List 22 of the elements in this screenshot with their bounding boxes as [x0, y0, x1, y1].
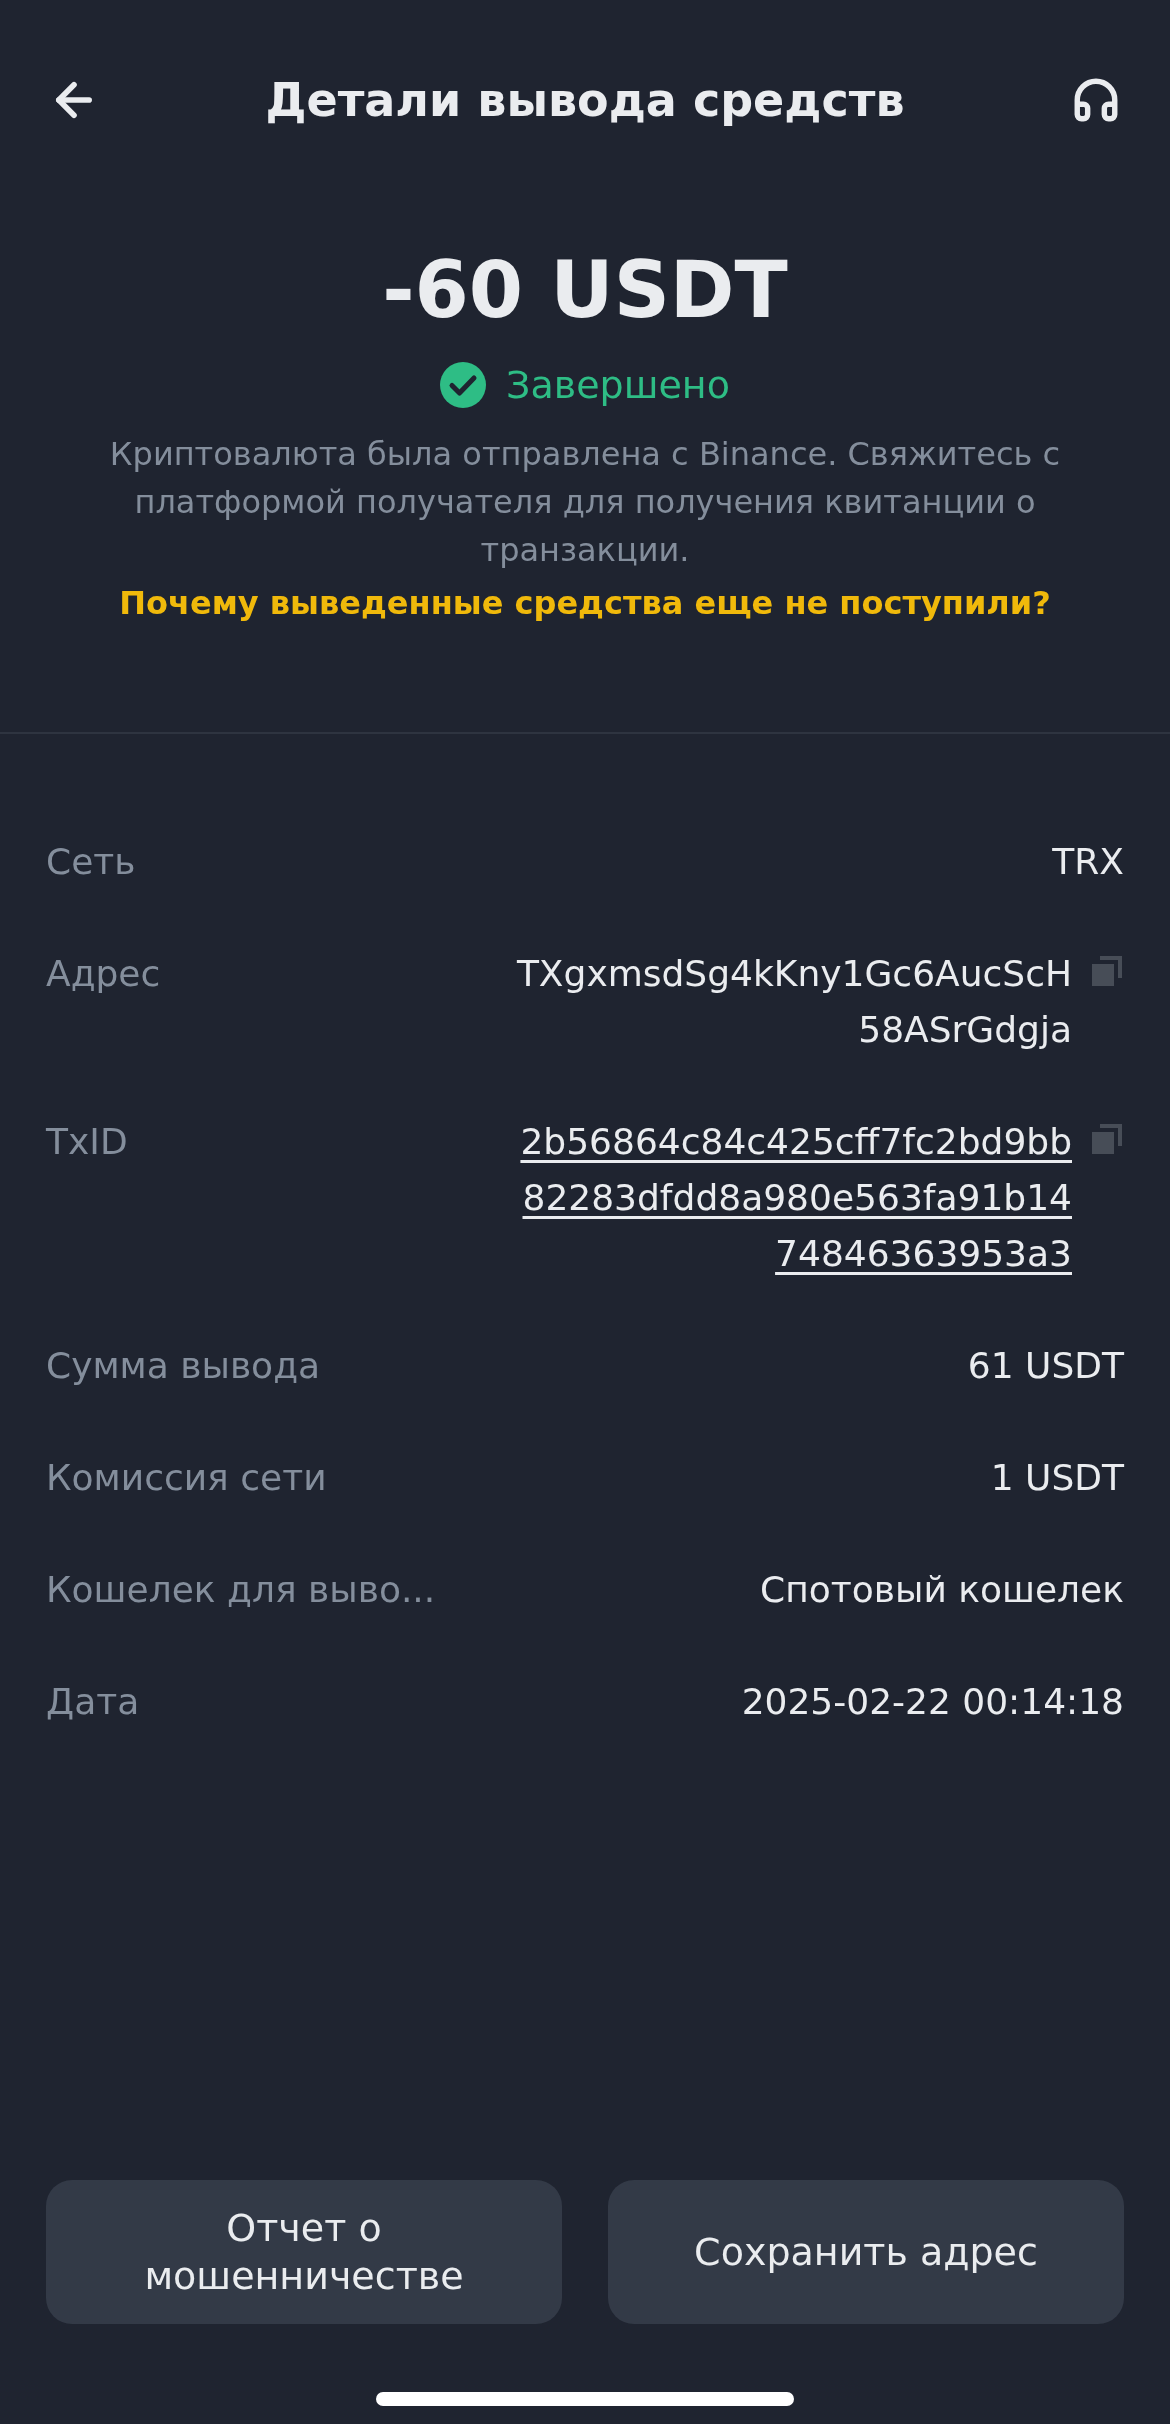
- description: Криптовалюта была отправлена с Binance. Свяжитесь с платформой получателя для получения квитанции о транзакции.: [108, 434, 1062, 571]
- detail-label: TxID: [46, 1120, 128, 1164]
- detail-label: Дата: [46, 1680, 140, 1724]
- detail-label: Кошелек для выво...: [46, 1568, 436, 1612]
- detail-label: Сумма вывода: [46, 1344, 321, 1388]
- detail-value: Спотовый кошелек: [760, 1568, 1124, 1612]
- save-address-button[interactable]: Сохранить адрес: [608, 2180, 1124, 2324]
- amount: -60 USDT: [382, 244, 788, 337]
- page-title: Детали вывода средств: [264, 73, 906, 127]
- detail-value: 2025-02-22 00:14:18: [741, 1680, 1124, 1724]
- detail-value: TXgxmsdSg4kKny1Gc6AucScH58ASrGdgja: [515, 952, 1072, 1052]
- txid-link[interactable]: 2b56864c84c425cff7fc2bd9bb82283dfdd8a980e563fa91b1474846363953a3: [512, 1114, 1072, 1282]
- check-circle-icon: [440, 362, 487, 408]
- help-link[interactable]: Почему выведенные средства еще не поступили?: [119, 584, 1051, 622]
- detail-value: 1 USDT: [990, 1456, 1124, 1500]
- detail-label: Адрес: [46, 952, 161, 996]
- detail-value: 61 USDT: [967, 1344, 1124, 1388]
- report-fraud-button[interactable]: Отчет о мошенничестве: [46, 2180, 562, 2324]
- detail-value: TRX: [1052, 840, 1124, 884]
- detail-label: Комиссия сети: [46, 1456, 327, 1500]
- detail-label: Сеть: [46, 840, 136, 884]
- status-label: Завершено: [506, 363, 730, 407]
